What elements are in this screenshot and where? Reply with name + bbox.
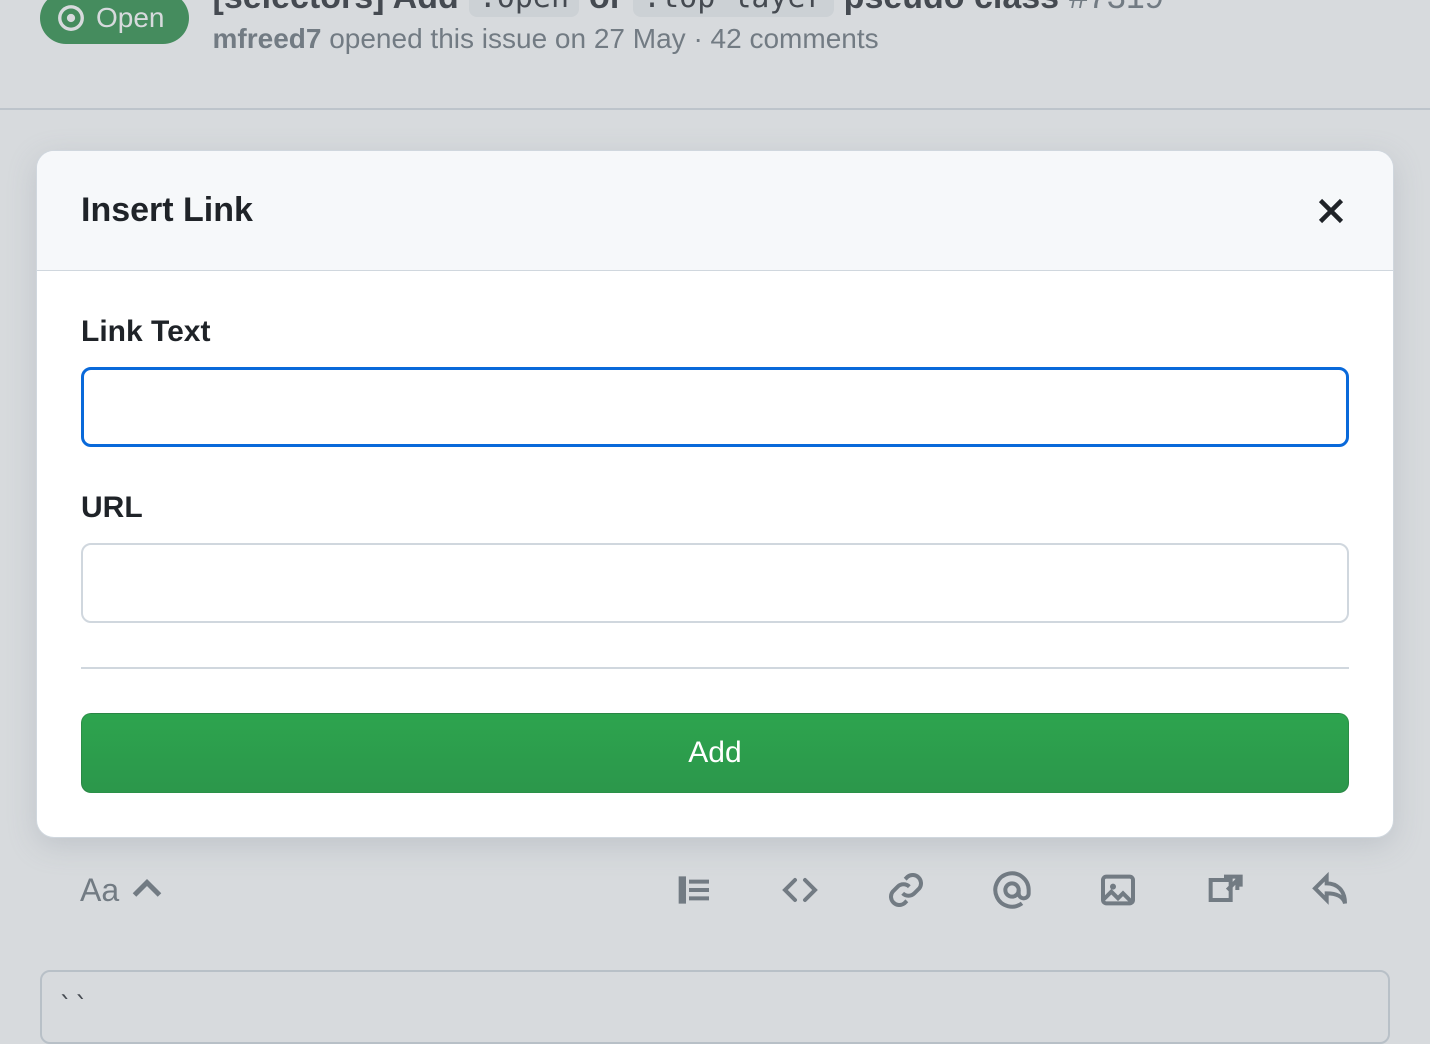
add-button[interactable]: Add: [81, 713, 1349, 793]
link-text-group: Link Text: [81, 315, 1349, 447]
link-text-input[interactable]: [81, 367, 1349, 447]
modal-title: Insert Link: [81, 191, 253, 230]
url-input[interactable]: [81, 543, 1349, 623]
close-icon: [1313, 193, 1349, 229]
link-text-label: Link Text: [81, 315, 1349, 349]
modal-divider: [81, 667, 1349, 669]
close-button[interactable]: [1313, 193, 1349, 229]
modal-body: Link Text URL Add: [37, 271, 1393, 837]
insert-link-modal: Insert Link Link Text URL Add: [36, 150, 1394, 838]
url-label: URL: [81, 491, 1349, 525]
url-group: URL: [81, 491, 1349, 623]
modal-header: Insert Link: [37, 151, 1393, 271]
